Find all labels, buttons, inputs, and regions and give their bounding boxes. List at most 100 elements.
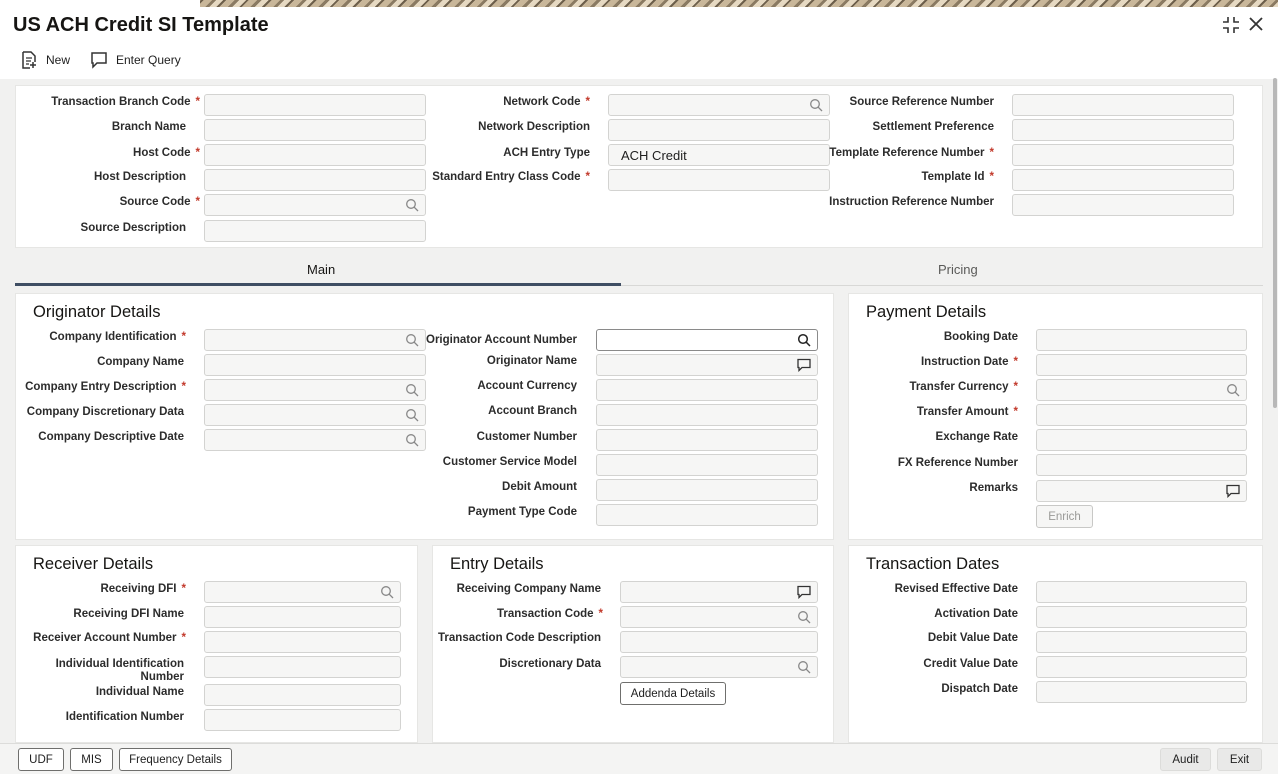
tab-main[interactable]: Main <box>307 262 335 277</box>
company-name-field[interactable] <box>204 354 426 376</box>
booking-date-field[interactable] <box>1036 329 1247 351</box>
discretionary-data-field[interactable] <box>620 656 818 678</box>
credit-value-date-field[interactable] <box>1036 656 1247 678</box>
new-button[interactable]: New <box>20 51 70 69</box>
source-code-label: Source Code * <box>119 196 200 208</box>
search-icon[interactable] <box>797 610 811 624</box>
instruction-reference-number-field[interactable] <box>1012 194 1234 216</box>
dispatch-date-field[interactable] <box>1036 681 1247 703</box>
receiving-dfi-field[interactable] <box>204 581 401 603</box>
account-branch-field[interactable] <box>596 404 818 426</box>
customer-service-model-field[interactable] <box>596 454 818 476</box>
search-icon[interactable] <box>405 198 419 212</box>
transaction-branch-code-field[interactable] <box>204 94 426 116</box>
ach-entry-type-field[interactable]: ACH Credit <box>608 144 830 166</box>
comment-icon[interactable] <box>797 358 811 372</box>
company-identification-field[interactable] <box>204 329 426 351</box>
scrollbar[interactable] <box>1273 78 1277 408</box>
activation-date-label: Activation Date <box>934 608 1018 620</box>
settlement-preference-field[interactable] <box>1012 119 1234 141</box>
footer-bar: UDF MIS Frequency Details Audit Exit <box>0 743 1278 774</box>
instruction-date-field[interactable] <box>1036 354 1247 376</box>
revised-effective-date-field[interactable] <box>1036 581 1247 603</box>
network-code-field[interactable] <box>608 94 830 116</box>
transaction-code-field[interactable] <box>620 606 818 628</box>
company-entry-description-field[interactable] <box>204 379 426 401</box>
search-icon[interactable] <box>405 383 419 397</box>
instruction-reference-number-label: Instruction Reference Number <box>829 196 994 208</box>
receiver-account-number-field[interactable] <box>204 631 401 653</box>
source-reference-number-label: Source Reference Number <box>849 96 994 108</box>
exit-button[interactable]: Exit <box>1217 748 1262 771</box>
exchange-rate-field[interactable] <box>1036 429 1247 451</box>
search-icon[interactable] <box>380 585 394 599</box>
tab-divider <box>621 285 1263 286</box>
fx-reference-number-field[interactable] <box>1036 454 1247 476</box>
search-icon[interactable] <box>405 408 419 422</box>
customer-number-label: Customer Number <box>476 431 577 443</box>
template-reference-number-field[interactable] <box>1012 144 1234 166</box>
template-id-field[interactable] <box>1012 169 1234 191</box>
booking-date-label: Booking Date <box>943 331 1018 343</box>
mis-button[interactable]: MIS <box>70 748 113 771</box>
new-document-icon <box>22 51 36 69</box>
customer-service-model-label: Customer Service Model <box>442 456 577 468</box>
host-description-field[interactable] <box>204 169 426 191</box>
receiver-details-title: Receiver Details <box>33 555 154 573</box>
transaction-code-description-field[interactable] <box>620 631 818 653</box>
source-code-field[interactable] <box>204 194 426 216</box>
enrich-button[interactable]: Enrich <box>1036 505 1093 528</box>
transfer-currency-field[interactable] <box>1036 379 1247 401</box>
search-icon[interactable] <box>809 98 823 112</box>
close-icon[interactable] <box>1248 16 1264 37</box>
originator-name-field[interactable] <box>596 354 818 376</box>
company-descriptive-date-field[interactable] <box>204 429 426 451</box>
header-panel: Transaction Branch Code * Branch Name Hos… <box>15 85 1263 248</box>
audit-button[interactable]: Audit <box>1160 748 1211 771</box>
enter-query-button[interactable]: Enter Query <box>90 51 181 69</box>
source-description-field[interactable] <box>204 220 426 242</box>
source-reference-number-field[interactable] <box>1012 94 1234 116</box>
transfer-amount-field[interactable] <box>1036 404 1247 426</box>
search-icon[interactable] <box>1226 383 1240 397</box>
individual-name-field[interactable] <box>204 684 401 706</box>
frequency-details-button[interactable]: Frequency Details <box>119 748 232 771</box>
receiving-company-name-label: Receiving Company Name <box>456 583 601 595</box>
search-icon[interactable] <box>405 433 419 447</box>
originator-name-label: Originator Name <box>486 355 577 367</box>
customer-number-field[interactable] <box>596 429 818 451</box>
host-code-field[interactable] <box>204 144 426 166</box>
account-currency-field[interactable] <box>596 379 818 401</box>
standard-entry-class-code-field[interactable] <box>608 169 830 191</box>
debit-amount-field[interactable] <box>596 479 818 501</box>
tab-pricing[interactable]: Pricing <box>938 262 978 277</box>
search-icon[interactable] <box>797 660 811 674</box>
network-description-field[interactable] <box>608 119 830 141</box>
fx-reference-number-label: FX Reference Number <box>897 457 1018 469</box>
activation-date-field[interactable] <box>1036 606 1247 628</box>
company-discretionary-data-label: Company Discretionary Data <box>26 406 184 418</box>
udf-button[interactable]: UDF <box>18 748 64 771</box>
receiving-company-name-field[interactable] <box>620 581 818 603</box>
receiving-dfi-name-field[interactable] <box>204 606 401 628</box>
collapse-icon[interactable] <box>1222 16 1240 39</box>
search-icon[interactable] <box>405 333 419 347</box>
identification-number-field[interactable] <box>204 709 401 731</box>
network-code-label: Network Code * <box>503 96 590 108</box>
search-icon[interactable] <box>797 333 811 347</box>
individual-identification-number-field[interactable] <box>204 656 401 678</box>
payment-type-code-field[interactable] <box>596 504 818 526</box>
remarks-field[interactable] <box>1036 480 1247 502</box>
transaction-code-label: Transaction Code * <box>497 608 603 620</box>
header-banner <box>0 0 1278 7</box>
debit-value-date-field[interactable] <box>1036 631 1247 653</box>
branch-name-field[interactable] <box>204 119 426 141</box>
company-descriptive-date-label: Company Descriptive Date <box>38 431 184 443</box>
comment-icon[interactable] <box>1226 484 1240 498</box>
originator-account-number-field[interactable] <box>596 329 818 351</box>
settlement-preference-label: Settlement Preference <box>872 121 994 133</box>
originator-account-number-label: Originator Account Number <box>426 334 577 346</box>
company-discretionary-data-field[interactable] <box>204 404 426 426</box>
comment-icon[interactable] <box>797 585 811 599</box>
addenda-details-button[interactable]: Addenda Details <box>620 682 726 705</box>
